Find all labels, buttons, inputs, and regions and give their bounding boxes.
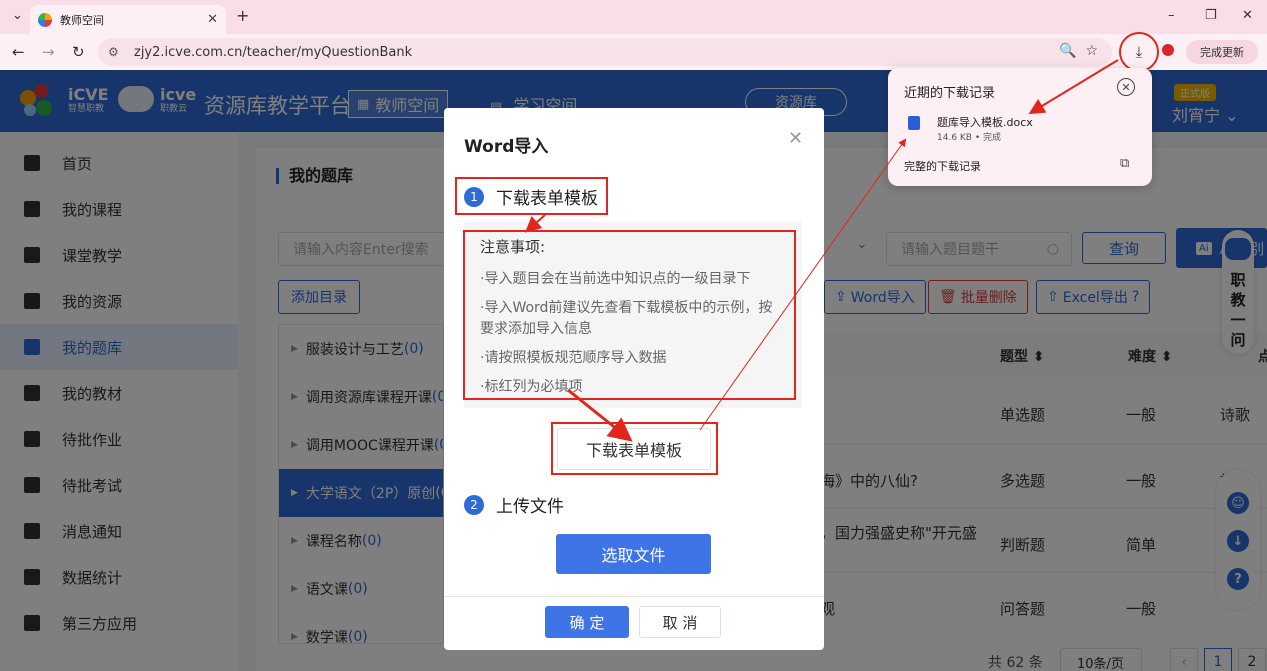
url-input[interactable]: ⚙ zjy2.icve.com.cn/teacher/myQuestionBan… — [98, 38, 1112, 66]
download-popup-title: 近期的下载记录 — [904, 86, 996, 101]
browser-tabbar: ⌄ 教师空间 ✕ + – ❐ ✕ — [0, 0, 1267, 34]
url-text: zjy2.icve.com.cn/teacher/myQuestionBank — [134, 44, 413, 60]
favicon-icon — [38, 12, 52, 27]
site-info-icon[interactable]: ⚙ — [108, 45, 124, 59]
annotation-box-step1 — [455, 177, 608, 215]
restore-icon[interactable]: ❐ — [1205, 8, 1217, 23]
address-bar: ← → ↻ ⚙ zjy2.icve.com.cn/teacher/myQuest… — [0, 34, 1267, 70]
back-icon[interactable]: ← — [12, 43, 25, 61]
tab-close-icon[interactable]: ✕ — [207, 12, 218, 27]
cancel-button[interactable]: 取 消 — [639, 606, 721, 638]
browser-tab[interactable]: 教师空间 ✕ — [30, 5, 226, 34]
download-file-name[interactable]: 题库导入模板.docx — [937, 114, 1033, 130]
annotation-circle-download — [1119, 32, 1159, 72]
confirm-button[interactable]: 确 定 — [545, 606, 629, 638]
open-external-icon[interactable]: ⧉ — [1120, 156, 1129, 171]
dialog-title: Word导入 — [464, 137, 549, 157]
forward-icon[interactable]: → — [42, 43, 55, 61]
step-2: 2 上传文件 — [464, 492, 564, 517]
close-window-icon[interactable]: ✕ — [1242, 8, 1253, 23]
tab-title: 教师空间 — [60, 13, 104, 27]
download-file-meta: 14.6 KB • 完成 — [937, 133, 1002, 143]
annotation-box-download — [551, 422, 718, 475]
word-file-icon — [908, 116, 920, 130]
minimize-icon[interactable]: – — [1168, 8, 1175, 23]
annotation-box-notes — [463, 230, 796, 400]
close-icon[interactable]: ✕ — [788, 128, 803, 149]
dialog-divider — [444, 596, 824, 597]
close-icon[interactable]: ✕ — [1117, 78, 1135, 96]
reload-icon[interactable]: ↻ — [72, 43, 85, 61]
new-tab-icon[interactable]: + — [236, 6, 249, 25]
download-popup: 近期的下载记录 ✕ 题库导入模板.docx 14.6 KB • 完成 完整的下载… — [888, 68, 1152, 186]
tab-search-icon[interactable]: ⌄ — [12, 8, 23, 23]
full-download-history-link[interactable]: 完整的下载记录 — [904, 158, 981, 174]
choose-file-button[interactable]: 选取文件 — [556, 534, 711, 574]
zoom-bookmark-icons[interactable]: 🔍 ☆ — [1059, 43, 1098, 59]
update-button[interactable]: 完成更新 — [1186, 40, 1258, 64]
profile-icon[interactable] — [1162, 44, 1174, 56]
